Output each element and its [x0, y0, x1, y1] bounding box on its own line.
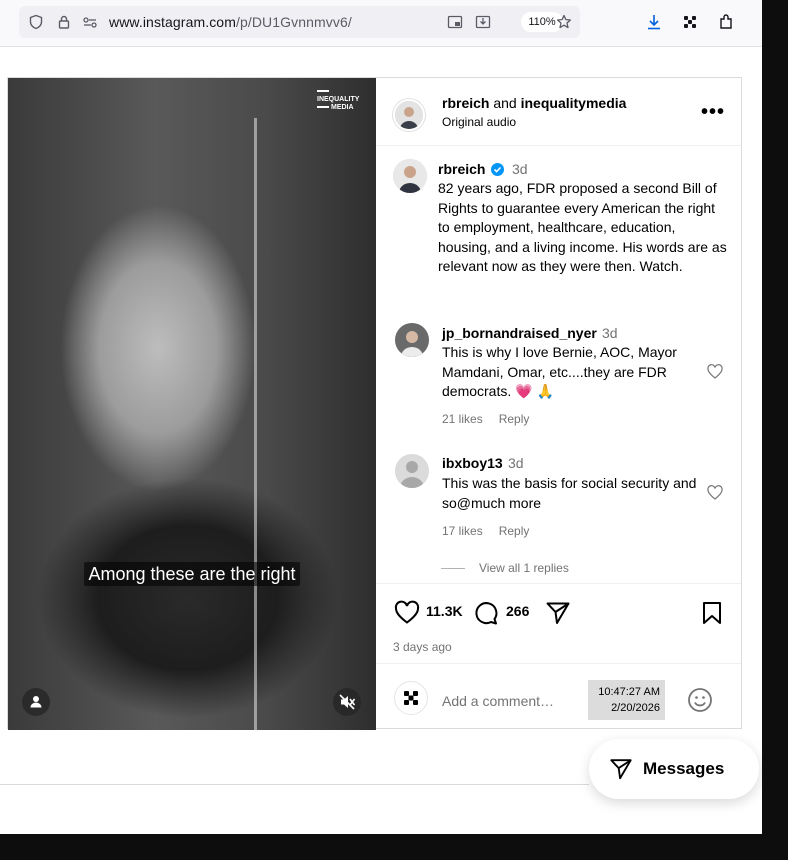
comment-username[interactable]: jp_bornandraised_nyer [442, 325, 597, 341]
post-header: rbreich and inequalitymedia Original aud… [376, 78, 741, 146]
screen-edge-right [762, 0, 788, 860]
extensions-puzzle-icon[interactable] [717, 13, 735, 31]
caption-time[interactable]: 3d [512, 161, 528, 177]
shield-icon[interactable] [28, 14, 44, 30]
caption-avatar[interactable] [393, 159, 427, 193]
screen-edge-bottom [0, 834, 788, 860]
verified-badge-icon [491, 163, 504, 176]
messages-label: Messages [643, 759, 725, 778]
post-sidebar: rbreich and inequalitymedia Original aud… [376, 78, 741, 728]
likes-count[interactable]: 11.3K [426, 603, 463, 619]
video-subtitle: Among these are the right [8, 562, 376, 586]
save-page-icon[interactable] [475, 14, 491, 30]
reel-video[interactable]: INEQUALITY MEDIA Among these are the rig… [8, 78, 376, 730]
caption-text: 82 years ago, FDR proposed a second Bill… [438, 180, 727, 274]
lock-icon[interactable] [56, 14, 72, 30]
author-username[interactable]: rbreich [442, 95, 489, 111]
share-paper-plane-icon[interactable] [545, 600, 571, 626]
page-divider [0, 784, 589, 785]
comment-text: This is why I love Bernie, AOC, Mayor Ma… [442, 344, 677, 399]
messages-button[interactable]: Messages [589, 739, 759, 799]
comment-username[interactable]: ibxboy13 [442, 455, 503, 471]
comment-time[interactable]: 3d [508, 455, 524, 471]
comment-text: This was the basis for social security a… [442, 475, 697, 511]
picture-in-picture-icon[interactable] [447, 14, 463, 30]
comment-reply-button[interactable]: Reply [499, 412, 530, 426]
address-bar[interactable]: www.instagram.com/p/DU1Gvnnmvv6/ 110% [19, 6, 580, 38]
commenter-avatar[interactable] [395, 454, 429, 488]
instagram-post: INEQUALITY MEDIA Among these are the rig… [7, 77, 742, 730]
video-glare [254, 118, 257, 730]
audio-label[interactable]: Original audio [442, 115, 516, 129]
browser-toolbar: www.instagram.com/p/DU1Gvnnmvv6/ 110% [0, 0, 762, 47]
taskbar-clock: 10:47:27 AM 2/20/2026 [588, 680, 665, 720]
downloads-icon[interactable] [645, 13, 663, 31]
post-authors: rbreich and inequalitymedia [442, 95, 627, 111]
like-heart-icon[interactable] [394, 600, 420, 626]
author-avatar[interactable] [393, 99, 425, 131]
person-icon [30, 696, 42, 708]
url-text[interactable]: www.instagram.com/p/DU1Gvnnmvv6/ [109, 14, 352, 30]
bookmark-star-icon[interactable] [556, 14, 572, 30]
permissions-icon[interactable] [82, 14, 98, 30]
browser-window: www.instagram.com/p/DU1Gvnnmvv6/ 110% IN… [0, 0, 762, 834]
post-date[interactable]: 3 days ago [393, 640, 452, 654]
tagged-users-button[interactable] [22, 688, 50, 716]
extension-icon[interactable] [681, 13, 699, 31]
caption-username[interactable]: rbreich [438, 161, 485, 177]
comment-time[interactable]: 3d [602, 325, 618, 341]
comment-like-heart-icon[interactable] [707, 485, 723, 501]
video-watermark: INEQUALITY MEDIA [317, 88, 371, 112]
comment-input[interactable]: Add a comment… [442, 693, 554, 709]
post-actions: 11.3K 266 3 days ago [376, 583, 741, 664]
current-user-avatar [394, 681, 428, 715]
muted-speaker-icon [339, 694, 356, 710]
comment-reply-button[interactable]: Reply [499, 524, 530, 538]
paper-plane-icon [610, 759, 632, 780]
collaborator-username[interactable]: inequalitymedia [521, 95, 627, 111]
save-bookmark-icon[interactable] [699, 600, 725, 626]
commenter-avatar[interactable] [395, 323, 429, 357]
comment-meta: 21 likes Reply [442, 412, 545, 426]
comment-like-heart-icon[interactable] [707, 364, 723, 380]
comments-count[interactable]: 266 [506, 603, 529, 619]
comment-likes[interactable]: 17 likes [442, 524, 483, 538]
more-options-icon[interactable]: ••• [701, 101, 725, 124]
comment-meta: 17 likes Reply [442, 524, 545, 538]
view-replies-button[interactable]: View all 1 replies [441, 561, 569, 575]
emoji-icon[interactable] [687, 687, 713, 713]
mute-button[interactable] [333, 688, 361, 716]
comment-composer: Add a comment… 10:47:27 AM 2/20/2026 [376, 663, 741, 729]
comment-likes[interactable]: 21 likes [442, 412, 483, 426]
comment-bubble-icon[interactable] [473, 600, 499, 626]
